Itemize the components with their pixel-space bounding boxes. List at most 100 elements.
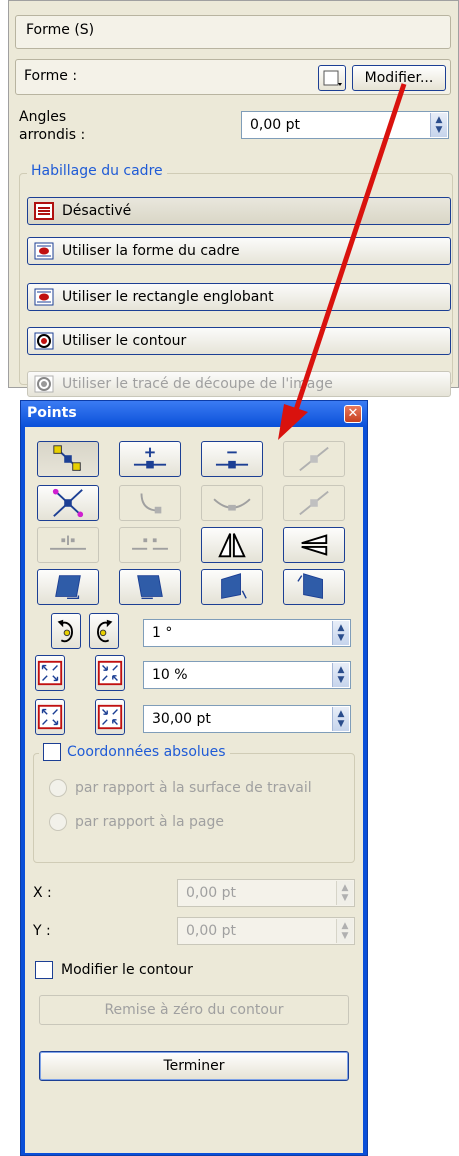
shape-properties-panel: Forme (S) Forme : Modifier... Angles arr… xyxy=(8,0,459,397)
make-corner-icon xyxy=(299,446,329,472)
radio-page-label: par rapport à la page xyxy=(75,814,224,830)
x-label: X : xyxy=(33,885,52,901)
shear-right-icon xyxy=(137,575,163,600)
add-point-icon xyxy=(133,447,167,469)
wrap-option-label: Utiliser la forme du cadre xyxy=(62,243,240,259)
y-input[interactable]: 0,00 pt ▲ ▼ xyxy=(177,917,355,945)
spinner-arrows-icon[interactable]: ▲ ▼ xyxy=(430,113,447,137)
edit-contour-row[interactable]: Modifier le contour xyxy=(35,961,193,979)
points-body: 1 ° ▲ ▼ 10 % ▲ ▼ 30,00 pt ▲ ▼ Coordonnée… xyxy=(25,427,363,1153)
size-input[interactable]: 30,00 pt ▲ ▼ xyxy=(143,705,351,733)
wrap-option-label: Désactivé xyxy=(62,203,132,219)
shear-down-button[interactable] xyxy=(283,569,345,605)
spinner-arrows-icon[interactable]: ▲ ▼ xyxy=(332,663,349,687)
flip-vertical-button[interactable] xyxy=(283,527,345,563)
shear-right-button[interactable] xyxy=(119,569,181,605)
symmetric-control-button[interactable] xyxy=(201,485,263,521)
finish-button[interactable]: Terminer xyxy=(39,1051,349,1081)
panel-header[interactable]: Forme (S) xyxy=(15,15,451,49)
rotate-left-button[interactable] xyxy=(51,613,81,649)
wrap-bbox-icon xyxy=(34,288,54,306)
delete-point-button[interactable] xyxy=(201,441,263,477)
wrap-option-label: Utiliser le contour xyxy=(62,333,187,349)
flip-vertical-icon xyxy=(301,534,328,556)
shrink-icon xyxy=(97,704,123,730)
edit-contour-label: Modifier le contour xyxy=(61,962,193,978)
wrap-group-title: Habillage du cadre xyxy=(27,163,167,179)
wrap-option-frame-shape[interactable]: Utiliser la forme du cadre xyxy=(27,237,451,265)
enlarge-size-button[interactable] xyxy=(35,699,65,735)
radio-workspace[interactable] xyxy=(49,779,67,797)
y-value: 0,00 pt xyxy=(186,923,236,939)
shrink-size-button[interactable] xyxy=(95,699,125,735)
shear-up-button[interactable] xyxy=(201,569,263,605)
connect-button[interactable] xyxy=(119,527,181,563)
rounded-corners-label-line2: arrondis : xyxy=(19,127,86,143)
rounded-corners-label-line1: Angles xyxy=(19,109,67,125)
wrap-option-disabled[interactable]: Désactivé xyxy=(27,197,451,225)
rotation-value: 1 ° xyxy=(152,625,173,641)
shape-picker-icon xyxy=(323,70,342,86)
panel-header-title: Forme (S) xyxy=(26,22,95,38)
scale-percent-value: 10 % xyxy=(152,667,188,683)
shear-down-icon xyxy=(297,573,323,599)
x-input[interactable]: 0,00 pt ▲ ▼ xyxy=(177,879,355,907)
wrap-contour-icon xyxy=(34,332,54,350)
wrap-option-bounding-box[interactable]: Utiliser le rectangle englobant xyxy=(27,283,451,311)
points-titlebar[interactable]: Points xyxy=(21,401,367,427)
enlarge-percent-button[interactable] xyxy=(35,655,65,691)
shear-up-icon xyxy=(221,573,247,599)
shrink-icon xyxy=(97,660,123,686)
rotation-input[interactable]: 1 ° ▲ ▼ xyxy=(143,619,351,647)
absolute-coords-group xyxy=(33,753,355,863)
points-title: Points xyxy=(27,405,77,421)
reset-control-button[interactable] xyxy=(119,485,181,521)
absolute-coords-header: Coordonnées absolues xyxy=(39,743,230,761)
size-value: 30,00 pt xyxy=(152,711,211,727)
reset-contour-button[interactable]: Remise à zéro du contour xyxy=(39,995,349,1025)
absolute-coords-label: Coordonnées absolues xyxy=(67,744,226,760)
disconnect-icon xyxy=(50,535,86,550)
edit-contour-checkbox[interactable] xyxy=(35,961,53,979)
modify-shape-button[interactable]: Modifier... xyxy=(352,65,446,91)
radio-workspace-row[interactable]: par rapport à la surface de travail xyxy=(49,779,312,797)
y-label: Y : xyxy=(33,923,51,939)
rounded-corners-input[interactable]: 0,00 pt ▲ ▼ xyxy=(241,111,449,139)
radio-page[interactable] xyxy=(49,813,67,831)
rounded-corners-value: 0,00 pt xyxy=(250,117,300,133)
wrap-off-icon xyxy=(34,202,54,220)
wrap-option-contour[interactable]: Utiliser le contour xyxy=(27,327,451,355)
shape-label: Forme : xyxy=(24,68,78,84)
add-point-button[interactable] xyxy=(119,441,181,477)
move-points-button[interactable] xyxy=(37,441,99,477)
shear-left-button[interactable] xyxy=(37,569,99,605)
expand-icon xyxy=(37,704,63,730)
absolute-coords-checkbox[interactable] xyxy=(43,743,61,761)
scale-percent-input[interactable]: 10 % ▲ ▼ xyxy=(143,661,351,689)
radio-page-row[interactable]: par rapport à la page xyxy=(49,813,224,831)
spinner-arrows-icon[interactable]: ▲ ▼ xyxy=(332,707,349,731)
spinner-arrows-icon[interactable]: ▲ ▼ xyxy=(336,881,353,905)
move-control-button[interactable] xyxy=(37,485,99,521)
shape-picker-button[interactable] xyxy=(318,65,346,91)
wrap-clip-icon xyxy=(34,375,54,393)
expand-icon xyxy=(37,660,63,686)
wrap-option-label: Utiliser le tracé de découpe de l'image xyxy=(62,376,333,392)
shrink-percent-button[interactable] xyxy=(95,655,125,691)
disconnect-button[interactable] xyxy=(37,527,99,563)
reset-control-icon xyxy=(140,493,162,514)
close-icon[interactable]: ✕ xyxy=(344,405,362,423)
rotate-right-icon xyxy=(97,619,113,643)
rotate-right-button[interactable] xyxy=(89,613,119,649)
spinner-arrows-icon[interactable]: ▲ ▼ xyxy=(336,919,353,943)
make-corner-button[interactable] xyxy=(283,441,345,477)
connect-icon xyxy=(132,538,168,550)
symmetric-control-icon xyxy=(213,498,251,511)
wrap-option-label: Utiliser le rectangle englobant xyxy=(62,289,274,305)
asymmetric-control-button[interactable] xyxy=(283,485,345,521)
flip-horizontal-button[interactable] xyxy=(201,527,263,563)
wrap-option-clip-path[interactable]: Utiliser le tracé de découpe de l'image xyxy=(27,371,451,397)
wrap-frame-icon xyxy=(34,242,54,260)
shape-row: Forme : Modifier... xyxy=(15,59,451,95)
spinner-arrows-icon[interactable]: ▲ ▼ xyxy=(332,621,349,645)
